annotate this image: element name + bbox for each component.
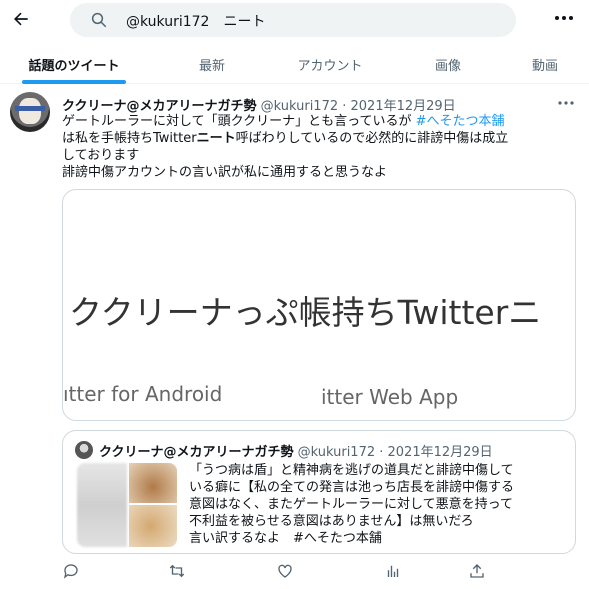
quoted-avatar — [75, 441, 93, 459]
tab-images[interactable]: 画像 — [408, 44, 488, 84]
quoted-author-name: ククリーナ@メカアリーナガチ勢 — [99, 445, 294, 460]
share-icon[interactable] — [468, 562, 486, 580]
quoted-meta: @kukuri172 · 2021年12月29日 — [293, 445, 493, 460]
reply-icon[interactable] — [62, 562, 80, 580]
tweet-line-4: 誹謗中傷アカウントの言い訳が私に通用すると思うなよ — [62, 165, 388, 180]
tab-latest[interactable]: 最新 — [172, 44, 252, 84]
tweet-line-1: ゲートルーラーに対して「頭ククリーナ」とも言っているが #へそたつ本舗 — [62, 113, 582, 130]
tab-videos-label: 動画 — [531, 58, 558, 74]
quoted-line-1: 「うつ病は盾」と精神病を逃げの道具だと誹謗中傷して — [189, 463, 514, 478]
tweet-more-icon[interactable] — [556, 95, 576, 109]
tab-accounts[interactable]: アカウント — [275, 44, 385, 84]
tweet-actions — [62, 562, 492, 584]
like-icon[interactable] — [276, 562, 294, 580]
top-bar: @kukuri172 ニート — [0, 0, 589, 44]
quoted-tweet[interactable]: ククリーナ@メカアリーナガチ勢 @kukuri172 · 2021年12月29日… — [62, 430, 576, 554]
tab-top-label: 話題のツイート — [28, 58, 120, 74]
tab-top[interactable]: 話題のツイート — [8, 44, 140, 84]
hashtag-link[interactable]: #へそたつ本舗 — [416, 114, 505, 129]
more-icon[interactable] — [552, 8, 576, 28]
tweet-line-2-text-b: 呼ばわりしているので必然的に誹謗中傷は成立 — [235, 131, 509, 146]
tab-videos[interactable]: 動画 — [505, 44, 585, 84]
search-icon — [90, 11, 108, 29]
tweet-media[interactable]: ククリーナっぷ帳持ちTwitterニ ıtter for Android itt… — [62, 189, 576, 421]
media-main-text: ククリーナっぷ帳持ちTwitterニ — [69, 293, 542, 332]
tweet-line-2-text-a: は私を手帳持ちTwitter — [62, 131, 197, 146]
retweet-icon[interactable] — [168, 562, 186, 580]
tweet-meta[interactable]: @kukuri172 · 2021年12月29日 — [256, 99, 456, 114]
avatar-band — [15, 106, 45, 111]
tab-images-label: 画像 — [434, 58, 461, 74]
tweet-header: ククリーナ@メカアリーナガチ勢 @kukuri172 · 2021年12月29日 — [62, 95, 456, 114]
search-tabs: 話題のツイート 最新 アカウント 画像 動画 — [0, 44, 589, 84]
quoted-line-5: 言い訳するなよ #へそたつ本舗 — [189, 531, 382, 546]
tweet-line-1-text: ゲートルーラーに対して「頭ククリーナ」とも言っているが — [62, 114, 416, 129]
active-tab-indicator — [22, 80, 126, 84]
quoted-image-3 — [129, 505, 177, 547]
quoted-line-2: いる癖に【私の全ての発言は池っち店長を誹謗中傷する — [189, 480, 515, 495]
quoted-header: ククリーナ@メカアリーナガチ勢 @kukuri172 · 2021年12月29日 — [99, 441, 493, 460]
tweet-line-2: は私を手帳持ちTwitterニート呼ばわりしているので必然的に誹謗中傷は成立 — [62, 130, 582, 147]
search-query[interactable]: @kukuri172 ニート — [126, 11, 265, 31]
quoted-image-1 — [77, 463, 127, 547]
tweet-text: ゲートルーラーに対して「頭ククリーナ」とも言っているが #へそたつ本舗 は私を手… — [62, 113, 582, 181]
tweet-author-name[interactable]: ククリーナ@メカアリーナガチ勢 — [62, 99, 256, 114]
back-arrow-icon[interactable] — [8, 6, 34, 32]
tab-accounts-label: アカウント — [297, 58, 363, 74]
quoted-line-4: 不利益を被らせる意図はありません】は無いだろ — [189, 514, 474, 529]
tab-latest-label: 最新 — [198, 58, 225, 74]
quoted-line-3: 意図はなく、またゲートルーラーに対して悪意を持って — [189, 497, 513, 512]
quoted-text: 「うつ病は盾」と精神病を逃げの道具だと誹謗中傷して いる癖に【私の全ての発言は池… — [189, 462, 569, 547]
media-caption-right: itter Web App — [321, 385, 459, 409]
tweet-line-2-highlight: ニート — [196, 131, 236, 146]
avatar-face — [19, 98, 41, 124]
tweet-line-3: しております — [62, 148, 140, 163]
avatar[interactable] — [10, 92, 50, 132]
search-input[interactable]: @kukuri172 ニート — [70, 3, 516, 37]
media-caption-left: ıtter for Android — [63, 382, 223, 406]
views-icon[interactable] — [384, 562, 402, 580]
quoted-image-2 — [129, 463, 177, 503]
